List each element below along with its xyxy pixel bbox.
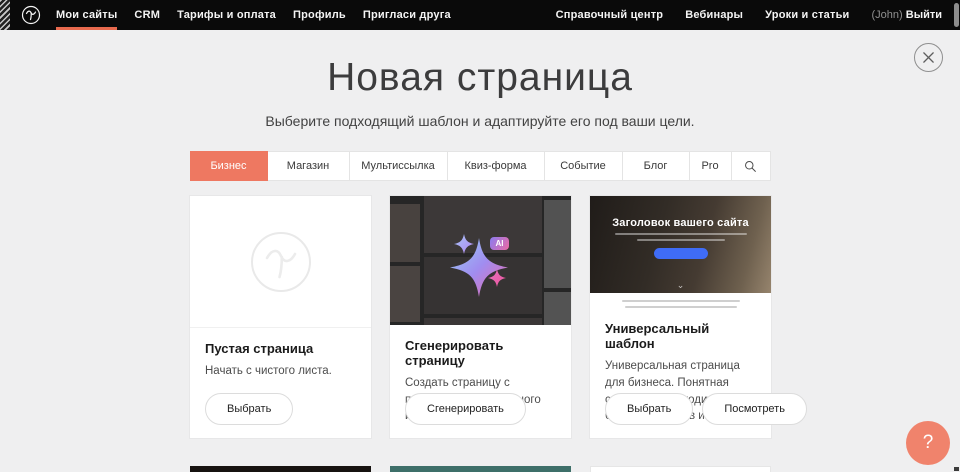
close-icon [922, 51, 935, 64]
card-title: Пустая страница [205, 341, 356, 356]
template-preview: Заголовок вашего сайта ⌄ [590, 196, 771, 308]
scrollbar-thumb[interactable] [954, 3, 959, 27]
topbar-nav-left: Мои сайты CRM Тарифы и оплата Профиль Пр… [56, 0, 451, 30]
hero-subtitle-line [615, 233, 747, 235]
search-tab[interactable] [732, 151, 771, 181]
topbar: Мои сайты CRM Тарифы и оплата Профиль Пр… [0, 0, 960, 30]
ai-sparkle-icon [390, 196, 571, 325]
tab-business[interactable]: Бизнес [190, 151, 268, 181]
window-edge-pattern [0, 0, 10, 30]
search-icon [744, 160, 757, 173]
template-cards: Пустая страница Начать с чистого листа. … [190, 196, 771, 438]
tab-blog[interactable]: Блог [623, 151, 690, 181]
nav-profile[interactable]: Профиль [293, 0, 346, 30]
nav-tariffs[interactable]: Тарифы и оплата [177, 0, 276, 30]
template-hero-preview: Заголовок вашего сайта ⌄ [590, 196, 771, 293]
view-template-button[interactable]: Посмотреть [702, 393, 807, 425]
ai-preview-collage: AI [390, 196, 571, 325]
card-description: Начать с чистого листа. [205, 363, 356, 380]
card-title: Универсальный шаблон [605, 321, 756, 351]
card-body: Пустая страница Начать с чистого листа. … [190, 328, 371, 438]
page-title: Новая страница [0, 56, 960, 100]
tilda-ghost-logo-icon [249, 230, 313, 294]
nav-webinars[interactable]: Вебинары [685, 0, 743, 30]
nav-invite-friend[interactable]: Пригласи друга [363, 0, 451, 30]
tab-multilink[interactable]: Мультиссылка [350, 151, 448, 181]
tilda-logo[interactable] [21, 5, 41, 25]
generate-button[interactable]: Сгенерировать [405, 393, 526, 425]
nav-crm[interactable]: CRM [134, 0, 160, 30]
choose-template-button[interactable]: Выбрать [605, 393, 693, 425]
card-universal-template: Заголовок вашего сайта ⌄ Универсальный ш… [590, 196, 771, 438]
template-text-section [590, 293, 771, 308]
nav-lessons[interactable]: Уроки и статьи [765, 0, 849, 30]
hero-subtitle-line [637, 239, 725, 241]
topbar-nav-right: Справочный центр Вебинары Уроки и статьи… [556, 0, 960, 30]
close-button[interactable] [914, 43, 943, 72]
template-card-partial[interactable] [390, 466, 571, 472]
card-ai-generate: AI Сгенерировать страницу Создать страни… [390, 196, 571, 438]
tab-shop[interactable]: Магазин [268, 151, 350, 181]
tilda-logo-icon [21, 5, 41, 25]
resize-grip [954, 467, 959, 471]
template-hero-title: Заголовок вашего сайта [590, 196, 771, 229]
nav-logout[interactable]: (John) Выйти [872, 9, 943, 21]
nav-help-center[interactable]: Справочный центр [556, 0, 664, 30]
help-button[interactable]: ? [906, 421, 950, 465]
page-subtitle: Выберите подходящий шаблон и адаптируйте… [0, 113, 960, 129]
question-mark-icon: ? [923, 432, 934, 454]
card-body: Сгенерировать страницу Создать страницу … [390, 325, 571, 438]
nav-my-sites[interactable]: Мои сайты [56, 0, 117, 30]
logout-label: Выйти [906, 9, 942, 21]
new-page-dialog-screen: Мои сайты CRM Тарифы и оплата Профиль Пр… [0, 0, 960, 472]
template-category-tabs: Бизнес Магазин Мультиссылка Квиз-форма С… [190, 151, 771, 181]
tab-pro[interactable]: Pro [690, 151, 732, 181]
card-blank-page: Пустая страница Начать с чистого листа. … [190, 196, 371, 438]
card-title: Сгенерировать страницу [405, 338, 556, 368]
user-name: (John) [872, 9, 903, 21]
choose-blank-button[interactable]: Выбрать [205, 393, 293, 425]
ai-badge: AI [490, 237, 509, 250]
tab-event[interactable]: Событие [545, 151, 623, 181]
chevron-down-icon: ⌄ [677, 280, 685, 291]
card-body: Универсальный шаблон Универсальная стран… [590, 308, 771, 438]
template-card-partial[interactable] [190, 466, 371, 472]
next-row-cards [190, 466, 771, 472]
hero-cta-button [654, 248, 708, 259]
template-card-partial[interactable] [590, 466, 771, 472]
blank-page-preview [190, 196, 371, 328]
tab-quiz-form[interactable]: Квиз-форма [448, 151, 545, 181]
